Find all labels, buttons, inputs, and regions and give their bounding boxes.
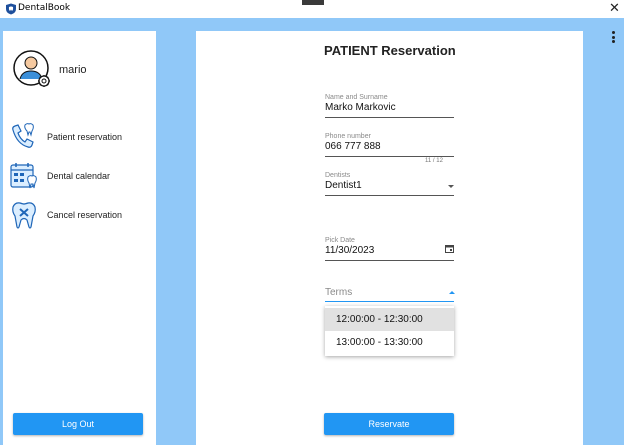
app-logo-icon — [6, 3, 16, 15]
terms-underline — [325, 301, 454, 302]
field-underline — [325, 156, 454, 157]
reservate-button[interactable]: Reservate — [324, 413, 454, 435]
date-picker-value[interactable]: 11/30/2023 — [325, 245, 454, 256]
sidebar-item-label: Patient reservation — [47, 132, 123, 142]
logout-button[interactable]: Log Out — [13, 413, 143, 435]
page-title: PATIENT Reservation — [324, 43, 456, 58]
name-field[interactable]: Name and Surname Marko Markovic — [325, 94, 454, 118]
date-picker[interactable]: Pick Date 11/30/2023 — [325, 237, 454, 261]
chevron-up-icon[interactable] — [449, 291, 455, 294]
dentist-select-label: Dentists — [325, 172, 351, 179]
calendar-tooth-icon — [10, 163, 37, 189]
terms-option[interactable]: 13:00:00 - 13:30:00 — [325, 331, 454, 354]
close-icon[interactable]: ✕ — [609, 1, 620, 15]
phone-field-value[interactable]: 066 777 888 — [325, 141, 454, 152]
terms-select-label[interactable]: Terms — [325, 287, 352, 298]
sidebar-item-cancel-reservation[interactable]: Cancel reservation — [9, 200, 149, 232]
terms-dropdown: 12:00:00 - 12:30:00 13:00:00 - 13:30:00 — [325, 306, 454, 356]
title-bar: DentalBook ✕ — [0, 0, 624, 18]
date-picker-label: Pick Date — [325, 237, 355, 244]
more-options-icon[interactable] — [612, 31, 616, 43]
tooth-cancel-icon — [12, 202, 36, 229]
phone-field-label: Phone number — [325, 133, 371, 140]
dentist-select[interactable]: Dentists Dentist1 — [325, 172, 454, 196]
sidebar-item-label: Cancel reservation — [47, 210, 123, 220]
terms-option[interactable]: 12:00:00 - 12:30:00 — [325, 308, 454, 331]
sidebar — [3, 31, 156, 445]
window-title: DentalBook — [18, 3, 71, 13]
calendar-icon[interactable] — [445, 244, 454, 253]
user-avatar-icon[interactable] — [12, 49, 52, 89]
sidebar-item-dental-calendar[interactable]: Dental calendar — [9, 161, 149, 193]
dentist-select-value[interactable]: Dentist1 — [325, 180, 454, 191]
sidebar-item-label: Dental calendar — [47, 171, 111, 181]
field-underline — [325, 260, 454, 261]
phone-field[interactable]: Phone number 066 777 888 — [325, 133, 454, 157]
sidebar-item-patient-reservation[interactable]: Patient reservation — [9, 122, 149, 154]
field-underline — [325, 195, 454, 196]
field-underline — [325, 117, 454, 118]
username-label: mario — [59, 64, 87, 76]
phone-char-counter: 11 / 12 — [425, 158, 443, 164]
drag-handle[interactable] — [302, 0, 324, 5]
chevron-down-icon[interactable] — [448, 185, 454, 188]
name-field-value[interactable]: Marko Markovic — [325, 102, 454, 113]
phone-tooth-icon — [12, 123, 34, 148]
name-field-label: Name and Surname — [325, 94, 388, 101]
